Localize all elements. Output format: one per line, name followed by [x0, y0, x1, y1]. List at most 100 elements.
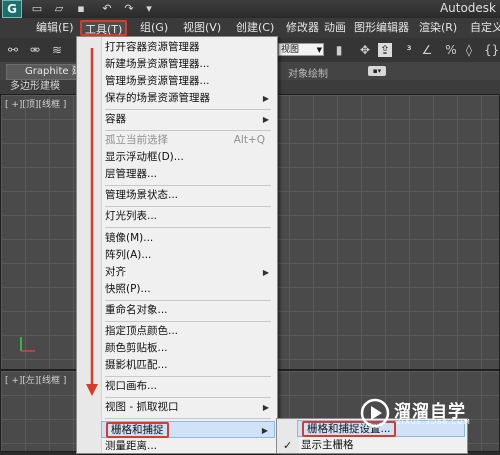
menu-item-snapshot[interactable]: 快照(P)... [101, 281, 275, 298]
check-icon: ✓ [283, 439, 293, 452]
menu-item-camera-match[interactable]: 摄影机匹配... [101, 357, 275, 374]
keyboard-shortcut-override-icon[interactable]: ⇪ [378, 43, 392, 57]
menu-item-rename-objects[interactable]: 重命名对象... [101, 302, 275, 319]
menu-edit[interactable]: 编辑(E) [36, 20, 74, 36]
menu-item-shortcut: Alt+Q [233, 134, 265, 146]
submenu-item-show-home-grid[interactable]: 显示主栅格 [297, 437, 465, 454]
menu-item-color-clipboard[interactable]: 颜色剪贴板... [101, 340, 275, 357]
quick-access-dropdown-icon[interactable]: ▾ [142, 2, 156, 16]
menu-graph-editors[interactable]: 图形编辑器 [354, 20, 409, 36]
menu-item-label: 容器 [105, 113, 126, 125]
menu-separator [105, 418, 271, 419]
menu-item-label: 颜色剪贴板... [105, 342, 168, 354]
menu-group[interactable]: 组(G) [140, 20, 168, 36]
viewport-top-label[interactable]: [ +][顶][线框 ] [5, 97, 66, 110]
menu-item-manage-scene-states[interactable]: 管理场景状态... [101, 187, 275, 204]
menu-item-label: 对齐 [105, 266, 126, 278]
menu-item-new-scene-explorer[interactable]: 新建场景资源管理器... [101, 56, 275, 73]
menu-item-label: 灯光列表... [105, 210, 158, 222]
watermark: 溜溜自学 ZIXUE.3D66.COM [358, 396, 498, 432]
angle-snap-icon[interactable]: ∠ [420, 43, 434, 57]
menu-item-label: 快照(P)... [105, 283, 151, 295]
edit-named-selection-icon[interactable]: {} [484, 43, 499, 57]
menu-animation[interactable]: 动画 [324, 20, 346, 36]
menu-rendering[interactable]: 渲染(R) [419, 20, 457, 36]
redo-icon[interactable]: ↷ [122, 2, 136, 16]
submenu-arrow-icon: ▶ [262, 115, 269, 124]
submenu-arrow-icon: ▶ [262, 268, 269, 277]
select-manipulate-icon[interactable]: ✥ [358, 43, 372, 57]
undo-icon[interactable]: ↶ [100, 2, 114, 16]
submenu-arrow-icon: ▶ [262, 403, 269, 412]
bind-space-warp-icon[interactable]: ≋ [50, 43, 64, 57]
menu-separator [105, 321, 271, 322]
menu-item-label: 摄影机匹配... [105, 359, 168, 371]
menu-item-open-container-explorer[interactable]: 打开容器资源管理器 [101, 39, 275, 56]
app-logo-icon[interactable]: G [2, 0, 22, 18]
chevron-down-icon: ▼ [316, 46, 322, 54]
menu-item-measure-distance[interactable]: 测量距离... [101, 438, 275, 455]
ribbon-object-paint[interactable]: 对象绘制 [288, 65, 328, 80]
menu-item-isolate-selection: 孤立当前选择 Alt+Q [101, 132, 275, 149]
ribbon-options-icon[interactable]: ▪▾ [368, 66, 386, 76]
submenu-arrow-icon: ▶ [262, 94, 269, 103]
menu-item-label: 测量距离... [105, 440, 158, 452]
submenu-arrow-icon: ▶ [261, 426, 268, 435]
reference-coordinate-select[interactable]: 视图 ▼ [278, 43, 324, 56]
menu-item-label: 新建场景资源管理器... [105, 58, 210, 70]
menu-create[interactable]: 创建(C) [236, 20, 274, 36]
menu-modifiers[interactable]: 修改器 [286, 20, 319, 36]
snap-toggle-icon[interactable]: ³ [402, 43, 416, 57]
menu-customize[interactable]: 自定义 [470, 20, 500, 36]
menu-item-array[interactable]: 阵列(A)... [101, 247, 275, 264]
new-file-icon[interactable]: ▭ [30, 2, 44, 16]
menu-item-label: 打开容器资源管理器 [105, 41, 200, 53]
menu-item-label: 保存的场景资源管理器 [105, 92, 210, 104]
menu-view[interactable]: 视图(V) [183, 20, 221, 36]
menu-separator [105, 376, 271, 377]
menu-item-align[interactable]: 对齐 ▶ [101, 264, 275, 281]
menu-gutter [77, 37, 102, 453]
pivot-center-icon[interactable]: ▮ [332, 43, 346, 57]
menu-separator [105, 130, 271, 131]
open-file-icon[interactable]: ▱ [52, 2, 66, 16]
app-title: Autodesk [439, 1, 496, 15]
menu-item-label: 栅格和捕捉 [106, 422, 169, 438]
menu-separator [105, 185, 271, 186]
unlink-icon[interactable]: ⚮ [28, 43, 42, 57]
menu-separator [105, 109, 271, 110]
menu-item-grab-viewport[interactable]: 视图 - 抓取视口 ▶ [101, 399, 275, 416]
menu-separator [105, 300, 271, 301]
menu-item-label: 孤立当前选择 [105, 134, 168, 146]
menu-item-label: 重命名对象... [105, 304, 168, 316]
save-icon[interactable]: ▪ [74, 2, 88, 16]
menu-item-label: 管理场景状态... [105, 189, 179, 201]
link-icon[interactable]: ⚯ [6, 43, 20, 57]
menu-item-saved-scene-explorers[interactable]: 保存的场景资源管理器 ▶ [101, 90, 275, 107]
menu-tools[interactable]: 工具(T) [80, 20, 128, 36]
menu-item-containers[interactable]: 容器 ▶ [101, 111, 275, 128]
menu-item-assign-vertex-colors[interactable]: 指定顶点颜色... [101, 323, 275, 340]
menu-item-label: 阵列(A)... [105, 249, 152, 261]
menu-item-manage-scene-explorer[interactable]: 管理场景资源管理器... [101, 73, 275, 90]
menu-item-mirror[interactable]: 镜像(M)... [101, 230, 275, 247]
menu-item-label: 层管理器... [105, 168, 158, 180]
menu-separator [105, 397, 271, 398]
menu-item-light-lister[interactable]: 灯光列表... [101, 208, 275, 225]
watermark-logo-icon [360, 398, 390, 428]
menu-item-layer-manager[interactable]: 层管理器... [101, 166, 275, 183]
menu-item-grids-and-snaps[interactable]: 栅格和捕捉 ▶ [101, 421, 275, 438]
percent-snap-icon[interactable]: % [444, 43, 458, 57]
menu-separator [105, 227, 271, 228]
menu-item-label: 管理场景资源管理器... [105, 75, 210, 87]
title-bar: G ▭ ▱ ▪ ↶ ↷ ▾ Autodesk [0, 0, 500, 18]
reference-coordinate-value: 视图 [281, 45, 300, 55]
polygon-modeling-label[interactable]: 多边形建模 [10, 80, 60, 94]
tools-menu: 打开容器资源管理器 新建场景资源管理器... 管理场景资源管理器... 保存的场… [76, 36, 278, 454]
menu-item-viewport-canvas[interactable]: 视口画布... [101, 378, 275, 395]
viewport-left-label[interactable]: [ +][左][线框 ] [5, 373, 66, 386]
spinner-snap-icon[interactable]: ◊ [462, 43, 476, 57]
menu-item-label: 显示主栅格 [301, 439, 354, 451]
menu-item-label: 镜像(M)... [105, 232, 154, 244]
menu-item-display-floater[interactable]: 显示浮动框(D)... [101, 149, 275, 166]
